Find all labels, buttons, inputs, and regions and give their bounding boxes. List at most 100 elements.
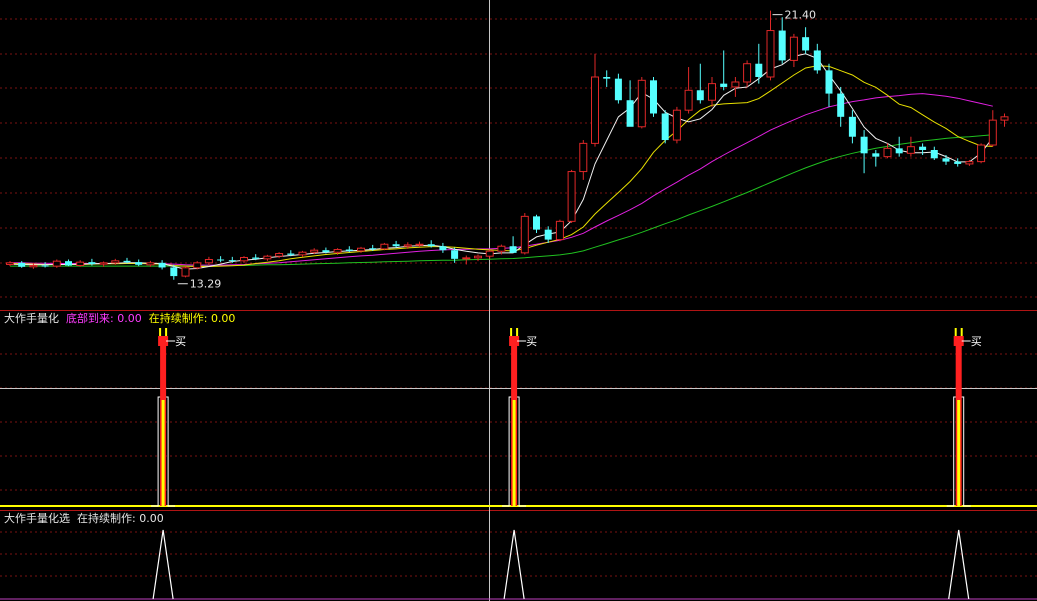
candle-body-down	[930, 150, 938, 159]
candle-body-down	[170, 267, 178, 277]
candle-body-up	[193, 262, 202, 269]
indicator2-peak	[152, 529, 174, 600]
indicator2-name: 大作手量化选	[4, 512, 70, 525]
indicator1-spike-tip	[159, 328, 162, 336]
candle-body-down	[135, 262, 143, 265]
indicator1-spike-core	[512, 400, 516, 506]
indicator1-series2-label: 在持续制作:	[148, 312, 208, 325]
indicator1-spike-tip	[960, 328, 963, 336]
indicator2-plot	[0, 529, 1037, 600]
candle-body-up	[99, 262, 108, 265]
candle-body-down	[614, 78, 622, 101]
grid-lines	[0, 18, 1037, 577]
candle-body-up	[906, 146, 915, 154]
candle-body-down	[626, 100, 634, 127]
moving-average-lines	[9, 53, 994, 270]
candle-body-down	[895, 148, 903, 154]
indicator1-name: 大作手量化	[4, 312, 59, 325]
indicator2-peak	[503, 529, 525, 600]
buy-signal-label: 买	[175, 335, 186, 348]
candle-body-up	[415, 243, 424, 246]
candle-body-down	[720, 83, 728, 87]
candle-body-down	[813, 50, 821, 71]
candle-body-down	[837, 93, 845, 117]
indicator1-plot: 买买买	[0, 328, 1037, 507]
candle-body-down	[509, 246, 517, 253]
candle-body-down	[544, 229, 552, 240]
ma5-line	[9, 53, 994, 270]
candle-body-down	[88, 262, 96, 265]
indicator1-spike-tip	[165, 328, 168, 336]
candle-body-up	[146, 262, 155, 266]
candle-body-up	[485, 250, 494, 257]
candle-body-down	[451, 250, 459, 259]
candle-body-up	[181, 267, 190, 277]
candle-body-up	[965, 161, 974, 165]
candle-body-down	[123, 260, 131, 263]
candle-body-up	[403, 244, 412, 247]
candle-body-up	[637, 79, 646, 128]
buy-signal-label: 买	[971, 335, 982, 348]
candle-body-up	[462, 257, 471, 260]
candle-body-down	[41, 265, 49, 267]
indicator1-spike-core	[161, 400, 165, 506]
candle-body-up	[263, 255, 272, 260]
candle-body-up	[684, 89, 693, 111]
candle-body-up	[204, 259, 213, 264]
candle-body-down	[65, 261, 72, 266]
candle-body-up	[474, 255, 482, 259]
candle-body-down	[439, 246, 447, 251]
candle-body-down	[158, 262, 166, 268]
candle-body-up	[591, 76, 599, 144]
candle-body-up	[520, 215, 529, 254]
candle-body-up	[29, 264, 38, 268]
candle-body-up	[789, 36, 798, 61]
candle-body-up	[731, 81, 740, 88]
indicator1-spike-core	[957, 400, 961, 506]
candle-body-up	[310, 249, 319, 253]
candle-body-down	[872, 153, 880, 157]
candle-body-up	[988, 119, 997, 146]
candle-body-up	[275, 253, 284, 257]
candle-body-down	[696, 90, 704, 101]
indicator1-header: 大作手量化 底部到来: 0.00 在持续制作: 0.00	[4, 312, 235, 325]
candle-body-down	[369, 248, 377, 250]
candle-body-up	[1000, 116, 1009, 121]
candle-body-down	[860, 136, 868, 154]
candle-body-up	[333, 249, 342, 253]
candle-body-up	[567, 171, 576, 222]
candle-body-up	[380, 243, 389, 250]
ma20-line	[10, 93, 993, 266]
candle-body-up	[357, 247, 365, 252]
indicator1-spike-tip	[516, 328, 519, 336]
candle-body-down	[848, 116, 856, 137]
candlestick-series	[6, 10, 1009, 280]
indicator2-header: 大作手量化选 在持续制作: 0.00	[4, 512, 164, 525]
indicator1-series2-value: 0.00	[210, 312, 236, 325]
indicator1-spike-tip	[954, 328, 957, 336]
high-price-label: 21.40	[785, 9, 817, 22]
candle-body-up	[766, 30, 775, 78]
candle-body-down	[427, 244, 435, 247]
candle-body-down	[755, 63, 763, 77]
low-price-label: 13.29	[190, 278, 222, 291]
candle-body-up	[883, 147, 892, 158]
indicator1-series1-label: 底部到来:	[66, 312, 114, 325]
candle-body-down	[802, 37, 810, 51]
candle-body-up	[672, 109, 681, 141]
candle-body-down	[322, 250, 330, 253]
candle-body-down	[825, 70, 833, 94]
candle-body-up	[555, 220, 564, 241]
ma10-line	[9, 65, 993, 267]
stock-chart-canvas: 21.40 13.29 买 买 买	[0, 0, 1037, 601]
candle-body-up	[298, 251, 307, 256]
candle-body-down	[942, 158, 950, 162]
candle-body-up	[6, 262, 14, 265]
candle-body-down	[217, 259, 225, 261]
candle-body-down	[392, 244, 400, 247]
indicator2-series-label: 在持续制作:	[77, 512, 136, 525]
candle-body-down	[661, 113, 669, 141]
candle-body-up	[579, 142, 588, 173]
candle-body-down	[603, 77, 611, 79]
candle-body-up	[52, 260, 61, 267]
